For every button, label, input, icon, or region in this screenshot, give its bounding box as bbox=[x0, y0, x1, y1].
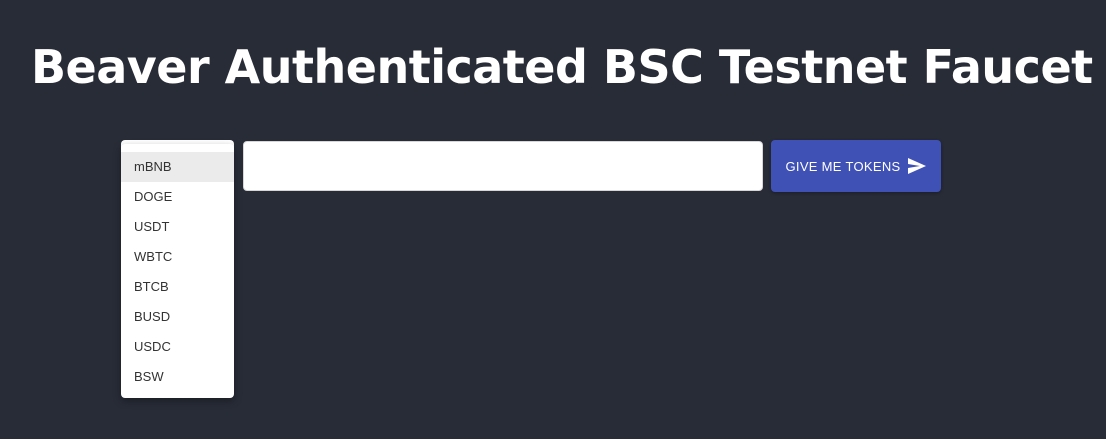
give-me-tokens-button[interactable]: GIVE ME TOKENS bbox=[771, 140, 941, 192]
token-option-wbtc[interactable]: WBTC bbox=[121, 242, 234, 272]
token-dropdown-menu: mBNB DOGE USDT WBTC BTCB BUSD USDC BSW bbox=[121, 144, 234, 398]
give-me-tokens-label: GIVE ME TOKENS bbox=[785, 158, 901, 174]
token-option-busd[interactable]: BUSD bbox=[121, 302, 234, 332]
token-option-btcb[interactable]: BTCB bbox=[121, 272, 234, 302]
page-title: Beaver Authenticated BSC Testnet Faucet bbox=[31, 40, 1093, 94]
wallet-address-input[interactable] bbox=[243, 141, 763, 191]
token-option-usdc[interactable]: USDC bbox=[121, 332, 234, 362]
send-icon bbox=[908, 158, 927, 174]
token-option-bsw[interactable]: BSW bbox=[121, 362, 234, 392]
token-option-usdt[interactable]: USDT bbox=[121, 212, 234, 242]
token-option-mbnb[interactable]: mBNB bbox=[121, 152, 234, 182]
token-option-doge[interactable]: DOGE bbox=[121, 182, 234, 212]
